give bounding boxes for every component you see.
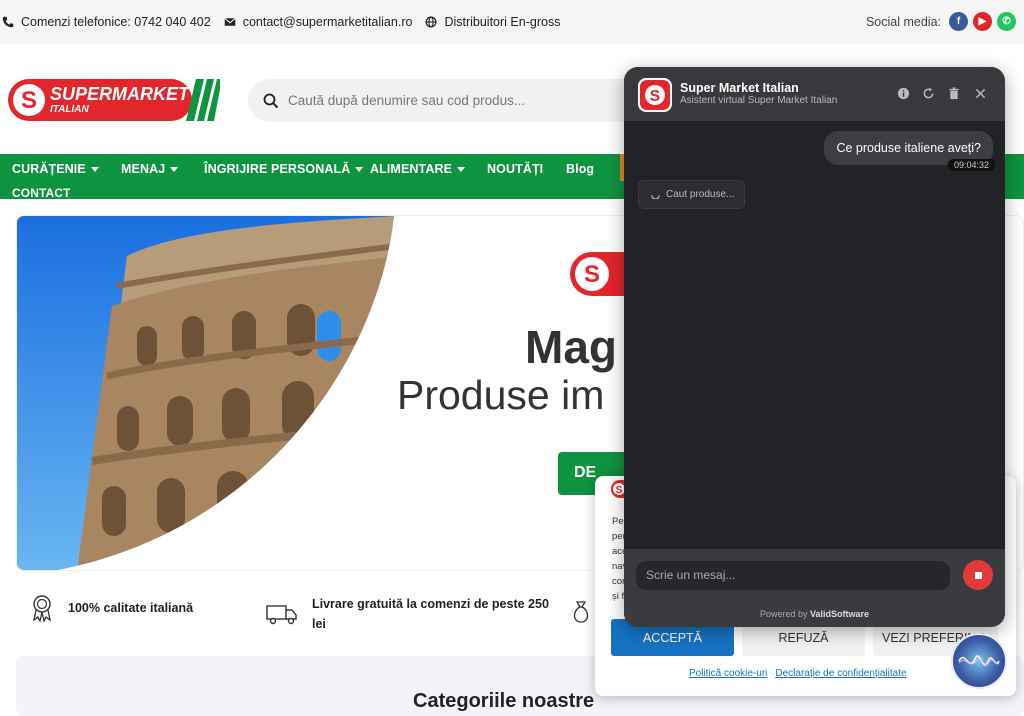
info-icon[interactable]	[895, 85, 911, 101]
chat-avatar: S	[638, 78, 672, 112]
distributors-link[interactable]: Distribuitori En-gross	[425, 15, 560, 29]
logo-sub-text: ITALIAN	[50, 104, 89, 115]
site-logo[interactable]: S SUPERMARKET ITALIAN	[8, 79, 220, 121]
globe-icon	[425, 16, 437, 28]
nav-label: MENAJ	[121, 162, 166, 176]
powered-prefix: Powered by	[759, 609, 808, 619]
privacy-statement-link[interactable]: Declarație de confidențialitate	[775, 668, 906, 679]
email-text: contact@supermarketitalian.ro	[242, 15, 413, 29]
nav-item-curatenie[interactable]: CURĂȚENIE	[12, 162, 99, 176]
feature-quality: 100% calitate italiană	[30, 594, 193, 622]
hero-title: Mag	[525, 321, 617, 373]
cookie-links: Politică cookie-uri Declarație de confid…	[689, 668, 907, 679]
email-contact[interactable]: contact@supermarketitalian.ro	[224, 15, 413, 29]
nav-label: ÎNGRIJIRE PERSONALĂ	[204, 162, 351, 176]
colosseum-image	[17, 216, 394, 570]
facebook-icon[interactable]: f	[949, 12, 968, 31]
delivery-truck-icon	[266, 605, 297, 625]
waveform-icon	[958, 655, 1000, 666]
chevron-down-icon	[457, 166, 466, 172]
cookie-policy-link[interactable]: Politică cookie-uri	[689, 668, 767, 679]
powered-brand[interactable]: ValidSoftware	[810, 609, 869, 619]
chat-footer: Scrie un mesaj... Powered by ValidSoftwa…	[624, 549, 1005, 627]
nav-label: Blog	[566, 162, 595, 176]
feature-delivery-text: Livrare gratuită la comenzi de peste 250…	[312, 597, 549, 631]
nav-item-blog[interactable]: Blog	[566, 162, 594, 176]
phone-text: Comenzi telefonice: 0742 040 402	[21, 15, 211, 29]
nav-item-ingrijire[interactable]: ÎNGRIJIRE PERSONALĂ	[204, 162, 364, 176]
nav-label: CONTACT	[12, 186, 71, 200]
search-bar[interactable]: Caută după denumire sau cod produs...	[248, 79, 668, 122]
chevron-down-icon	[170, 166, 179, 172]
feature-quality-text: 100% calitate italiană	[68, 601, 194, 615]
stop-icon	[974, 571, 982, 579]
chevron-down-icon	[355, 166, 364, 172]
nav-item-contact[interactable]: CONTACT	[12, 186, 70, 200]
nav-item-noutati[interactable]: NOUTĂȚI	[487, 162, 543, 176]
bot-status-indicator: Caut produse...	[638, 180, 745, 209]
brand-logo-icon: S	[640, 80, 670, 110]
chevron-down-icon	[90, 166, 99, 172]
envelope-icon	[224, 17, 236, 26]
message-timestamp: 09:04:32	[947, 159, 995, 171]
svg-text:S: S	[650, 88, 661, 105]
bot-status-text: Caut produse...	[666, 189, 735, 200]
money-bag-icon	[573, 601, 589, 623]
svg-text:S: S	[584, 261, 600, 288]
trash-icon[interactable]	[946, 85, 962, 101]
chat-header: S Super Market Italian Asistent virtual …	[624, 67, 1005, 121]
distributors-text: Distribuitori En-gross	[444, 15, 561, 29]
social-label: Social media:	[865, 14, 941, 29]
svg-text:S: S	[616, 485, 623, 496]
chat-title: Super Market Italian	[680, 81, 799, 95]
youtube-icon[interactable]: ▶	[973, 12, 992, 31]
whatsapp-icon[interactable]: ✆	[997, 12, 1016, 31]
medal-icon	[33, 595, 51, 622]
close-icon[interactable]	[972, 85, 988, 101]
chat-widget: S Super Market Italian Asistent virtual …	[624, 67, 1005, 627]
chat-subtitle: Asistent virtual Super Market Italian	[680, 95, 838, 106]
nav-label: ALIMENTARE	[370, 162, 453, 176]
powered-by: Powered by ValidSoftware	[624, 609, 1005, 619]
social-media: Social media: f ▶ ✆	[866, 12, 1016, 31]
phone-icon	[2, 16, 14, 28]
nav-label: NOUTĂȚI	[487, 162, 544, 176]
phone-contact[interactable]: Comenzi telefonice: 0742 040 402	[2, 15, 211, 29]
search-icon	[263, 93, 279, 108]
logo-main-text: SUPERMARKET	[50, 84, 191, 104]
chat-launcher-button[interactable]	[951, 633, 1007, 689]
nav-label: CURĂȚENIE	[12, 162, 86, 176]
nav-item-alimentare[interactable]: ALIMENTARE	[370, 162, 466, 176]
spinner-icon	[651, 195, 660, 199]
feature-delivery: Livrare gratuită la comenzi de peste 250…	[266, 594, 556, 634]
stop-button[interactable]	[963, 560, 993, 590]
categories-title: Categoriile noastre	[413, 690, 595, 712]
svg-text:S: S	[21, 87, 37, 114]
chat-message-input[interactable]: Scrie un mesaj...	[636, 561, 950, 590]
top-bar: Comenzi telefonice: 0742 040 402 contact…	[0, 0, 1024, 44]
search-input[interactable]: Caută după denumire sau cod produs...	[288, 93, 525, 108]
refresh-icon[interactable]	[920, 85, 936, 101]
nav-item-menaj[interactable]: MENAJ	[121, 162, 179, 176]
hero-subtitle: Produse im	[397, 372, 605, 418]
